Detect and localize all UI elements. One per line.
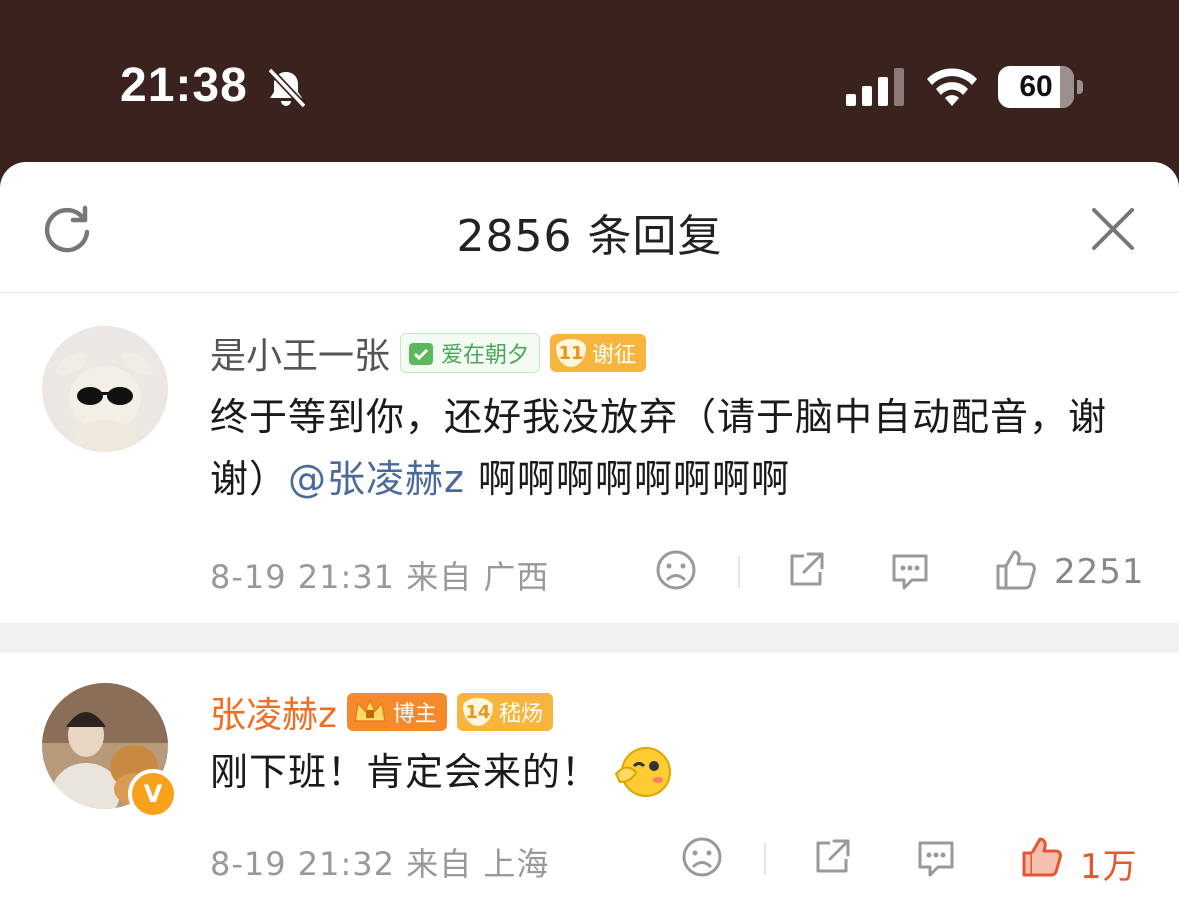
mention-link[interactable]: @张凌赫z [288, 457, 465, 501]
replies-sheet: 2856 条回复 是小王一张 爱在朝夕 11 谢征 终于等到你，还好我没放弃（请… [0, 162, 1179, 907]
level-number: 11 [556, 339, 587, 367]
blogger-badge[interactable]: 博主 [346, 693, 447, 731]
username[interactable]: 是小王一张 [210, 327, 390, 379]
action-divider [738, 556, 740, 588]
avatar-image [42, 326, 168, 452]
level-number: 14 [462, 698, 493, 726]
level-badge[interactable]: 11 谢征 [550, 334, 647, 372]
like-count: 2251 [1054, 552, 1145, 592]
comment-meta: 8-19 21:32 来自 上海 1万 [210, 835, 1140, 887]
username[interactable]: 张凌赫z [210, 686, 337, 738]
close-icon[interactable] [1090, 206, 1136, 252]
status-bar: 21:38 60 [0, 0, 1179, 165]
dislike-face-icon[interactable] [654, 548, 698, 592]
action-divider [764, 843, 766, 875]
verified-badge: V [128, 769, 178, 819]
thumbs-up-icon[interactable] [1020, 835, 1064, 879]
crown-icon [354, 698, 386, 722]
level-badge[interactable]: 14 嵇炀 [456, 693, 553, 731]
thumbs-up-icon[interactable] [994, 548, 1038, 592]
comment-item: 是小王一张 爱在朝夕 11 谢征 终于等到你，还好我没放弃（请于脑中自动配音，谢… [0, 292, 1179, 623]
bell-slash-icon [267, 67, 307, 109]
battery-icon: 60 [998, 66, 1074, 108]
like-count: 1万 [1080, 847, 1138, 887]
fan-badge-label: 爱在朝夕 [441, 343, 530, 368]
level-badge-label: 嵇炀 [498, 702, 543, 727]
wink-emoji-icon [614, 747, 672, 797]
comment-meta: 8-19 21:31 来自 广西 2251 [210, 548, 1144, 598]
comment-time-location: 8-19 21:31 来自 广西 [210, 558, 550, 596]
comment-body-tail: 啊啊啊啊啊啊啊啊 [464, 457, 791, 501]
blogger-badge-label: 博主 [392, 702, 437, 727]
comment-item: V 张凌赫z 博主 14 嵇炀 刚下班！肯定会来的！ 8-19 21:32 来自… [0, 653, 1179, 907]
comment-icon[interactable] [914, 835, 958, 879]
comment-icon[interactable] [888, 548, 932, 592]
share-icon[interactable] [810, 835, 854, 879]
level-badge-label: 谢征 [592, 343, 637, 368]
section-divider [0, 623, 1179, 653]
battery-nub [1077, 80, 1083, 94]
avatar[interactable] [42, 326, 168, 452]
comment-text: 终于等到你，还好我没放弃（请于脑中自动配音，谢谢）@张凌赫z 啊啊啊啊啊啊啊啊 [210, 386, 1130, 510]
sheet-header: 2856 条回复 [0, 162, 1179, 293]
share-icon[interactable] [784, 548, 828, 592]
dislike-face-icon[interactable] [680, 835, 724, 879]
status-time: 21:38 [120, 59, 248, 112]
comment-text: 刚下班！肯定会来的！ [210, 741, 1130, 803]
replies-count-title: 2856 条回复 [456, 211, 723, 262]
comment-body: 刚下班！肯定会来的！ [210, 750, 601, 794]
fan-badge[interactable]: 爱在朝夕 [400, 333, 541, 373]
comment-time-location: 8-19 21:32 来自 上海 [210, 845, 550, 883]
signal-icon [846, 68, 904, 106]
wifi-icon [927, 68, 977, 106]
calendar-check-icon [409, 343, 434, 365]
comment-header: 张凌赫z 博主 14 嵇炀 [210, 687, 553, 737]
battery-level: 60 [1019, 70, 1053, 103]
comment-header: 是小王一张 爱在朝夕 11 谢征 [210, 327, 647, 379]
